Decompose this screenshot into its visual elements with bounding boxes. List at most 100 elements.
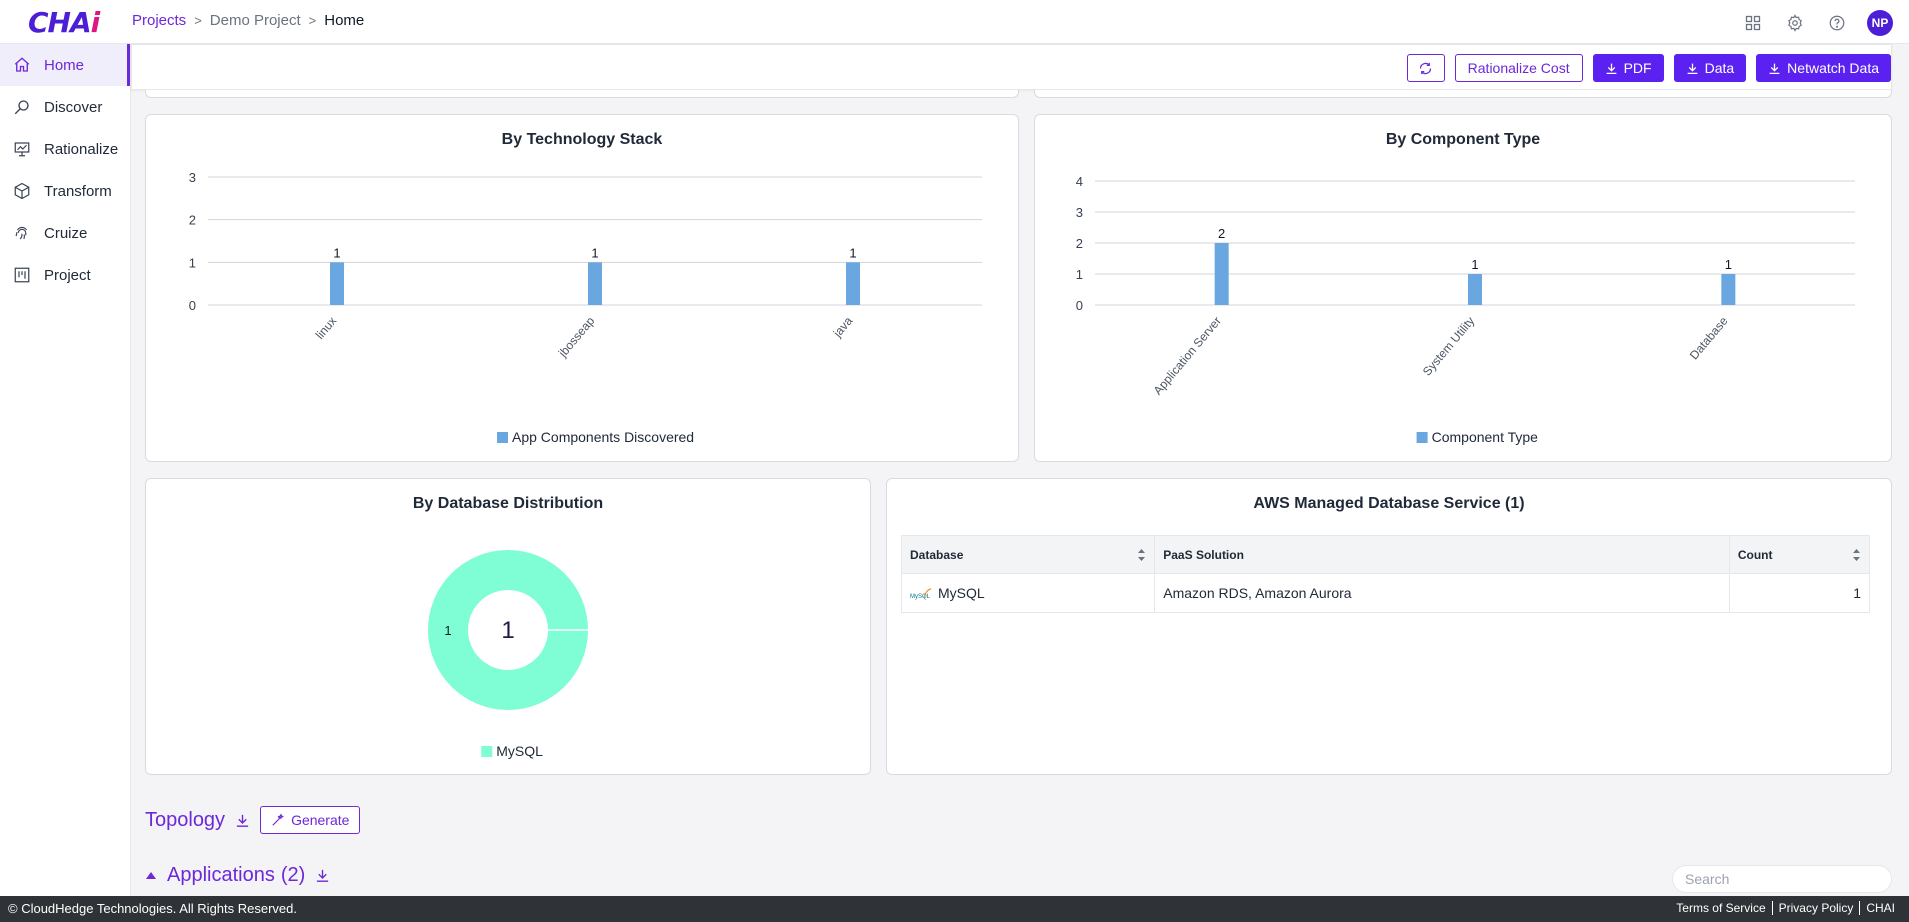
netwatch-download-button[interactable]: Netwatch Data	[1756, 54, 1891, 82]
legend-swatch	[1416, 432, 1428, 443]
aws-db-table: Database PaaS Solution Count MySQL MySQL …	[901, 535, 1871, 613]
svg-text:MySQL: MySQL	[910, 594, 931, 600]
data-label: 1	[333, 245, 340, 260]
chai-link[interactable]: CHAI	[1859, 901, 1901, 915]
data-label: 1	[591, 245, 598, 260]
refresh-button[interactable]	[1406, 54, 1445, 82]
legend-label: App Components Discovered	[512, 429, 694, 445]
download-icon	[1769, 63, 1780, 74]
data-label: 1	[1725, 257, 1732, 272]
sidebar-item-label: Rationalize	[44, 140, 119, 158]
sort-icon[interactable]	[1852, 548, 1861, 562]
database-distribution-card: By Database Distribution 1 1 MySQL	[145, 478, 871, 775]
caret-up-icon[interactable]	[145, 871, 157, 881]
x-tick-label: Database	[1687, 314, 1731, 363]
y-tick-label: 0	[189, 298, 196, 313]
chevron-right-icon: >	[194, 13, 202, 28]
sort-icon[interactable]	[1137, 548, 1146, 562]
settings-gear-icon[interactable]	[1783, 11, 1807, 35]
topology-section: Topology Generate	[145, 806, 361, 834]
y-tick-label: 2	[1076, 236, 1083, 251]
kanban-icon	[12, 265, 32, 285]
breadcrumb: Projects > Demo Project > Home	[132, 12, 364, 29]
database-donut-chart: 1 1 MySQL	[428, 550, 588, 759]
breadcrumb-projects[interactable]: Projects	[132, 12, 186, 29]
paas-cell: Amazon RDS, Amazon Aurora	[1154, 573, 1730, 613]
component-type-card: By Component Type 0 1 2 3 4 2 Application Serv…	[1034, 114, 1892, 462]
pdf-download-button[interactable]: PDF	[1592, 54, 1664, 82]
download-icon[interactable]	[315, 868, 330, 883]
bar	[846, 262, 860, 305]
sidebar-item-home[interactable]: Home	[0, 44, 130, 86]
chai-logo[interactable]: CHAi	[28, 6, 100, 39]
rationalize-cost-button[interactable]: Rationalize Cost	[1454, 54, 1583, 82]
bar	[1214, 243, 1229, 305]
rationalize-icon	[12, 139, 32, 159]
database-cell: MySQL MySQL	[901, 573, 1156, 613]
column-header-paas: PaaS Solution	[1154, 535, 1730, 574]
apps-grid-icon[interactable]	[1741, 11, 1765, 35]
applications-title: Applications	[167, 864, 275, 886]
sidebar-item-transform[interactable]: Transform	[0, 170, 130, 212]
data-download-button[interactable]: Data	[1673, 54, 1747, 82]
tech-stack-card: By Technology Stack 0 1 2 3 1 linux 1 jbosseap 1…	[145, 114, 1019, 462]
sidebar-item-project[interactable]: Project	[0, 254, 130, 296]
cube-icon	[12, 181, 32, 201]
fingerprint-icon	[12, 223, 32, 243]
discover-icon	[12, 97, 32, 117]
magic-wand-icon	[272, 813, 285, 826]
legend-label: Component Type	[1432, 429, 1539, 445]
download-icon[interactable]	[235, 813, 250, 828]
applications-count: (2)	[280, 864, 306, 886]
sidebar: Home Discover Rationalize Transform Crui…	[0, 44, 131, 896]
breadcrumb-project[interactable]: Demo Project	[210, 12, 301, 29]
donut-center-label: 1	[501, 617, 514, 644]
y-tick-label: 4	[1076, 174, 1083, 189]
bar	[1721, 274, 1736, 305]
privacy-link[interactable]: Privacy Policy	[1771, 901, 1860, 915]
sidebar-item-discover[interactable]: Discover	[0, 86, 130, 128]
sidebar-item-cruize[interactable]: Cruize	[0, 212, 130, 254]
component-type-chart: 0 1 2 3 4 2 Application Server 1 System Utility 1…	[1076, 174, 1855, 445]
column-header-database[interactable]: Database	[901, 535, 1156, 574]
card-title: AWS Managed Database Service (1)	[1253, 495, 1525, 512]
download-icon	[1606, 63, 1616, 74]
generate-button[interactable]: Generate	[260, 806, 361, 834]
x-tick-label: System Utility	[1420, 314, 1477, 379]
top-header: CHAi Projects > Demo Project > Home NP	[0, 0, 1909, 44]
aws-managed-db-card: AWS Managed Database Service (1) Databas…	[886, 478, 1892, 775]
y-tick-label: 1	[189, 255, 196, 270]
slice-label: 1	[444, 623, 451, 638]
x-tick-label: jbosseap	[555, 314, 597, 361]
applications-search-input[interactable]	[1672, 865, 1892, 893]
y-tick-label: 0	[1076, 298, 1083, 313]
sidebar-item-label: Discover	[44, 98, 103, 116]
x-tick-label: java	[830, 314, 856, 341]
legend-swatch	[481, 746, 493, 757]
tech-stack-chart: 0 1 2 3 1 linux 1 jbosseap 1 java App Components D…	[189, 170, 982, 445]
home-icon	[12, 55, 32, 75]
sidebar-item-label: Home	[44, 56, 85, 74]
card-bottom-edge	[1034, 90, 1892, 98]
user-avatar[interactable]: NP	[1867, 10, 1893, 36]
bar	[1468, 274, 1482, 305]
mysql-logo-icon: MySQL	[910, 588, 932, 600]
bar	[330, 262, 344, 305]
help-icon[interactable]	[1825, 11, 1849, 35]
terms-link[interactable]: Terms of Service	[1670, 901, 1771, 915]
count-cell: 1	[1729, 573, 1871, 613]
chevron-right-icon: >	[308, 13, 317, 28]
x-tick-label: linux	[313, 314, 340, 342]
sidebar-item-label: Cruize	[44, 224, 88, 242]
sidebar-item-label: Transform	[44, 182, 112, 200]
data-label: 2	[1218, 226, 1225, 241]
refresh-icon	[1420, 62, 1432, 74]
sidebar-item-rationalize[interactable]: Rationalize	[0, 128, 130, 170]
y-tick-label: 3	[189, 170, 196, 185]
applications-section: Applications (2)	[145, 864, 330, 887]
legend-label: MySQL	[496, 743, 543, 759]
legend-swatch	[497, 432, 508, 443]
column-header-count[interactable]: Count	[1729, 535, 1871, 574]
breadcrumb-current: Home	[324, 12, 365, 29]
data-label: 1	[1471, 257, 1478, 272]
